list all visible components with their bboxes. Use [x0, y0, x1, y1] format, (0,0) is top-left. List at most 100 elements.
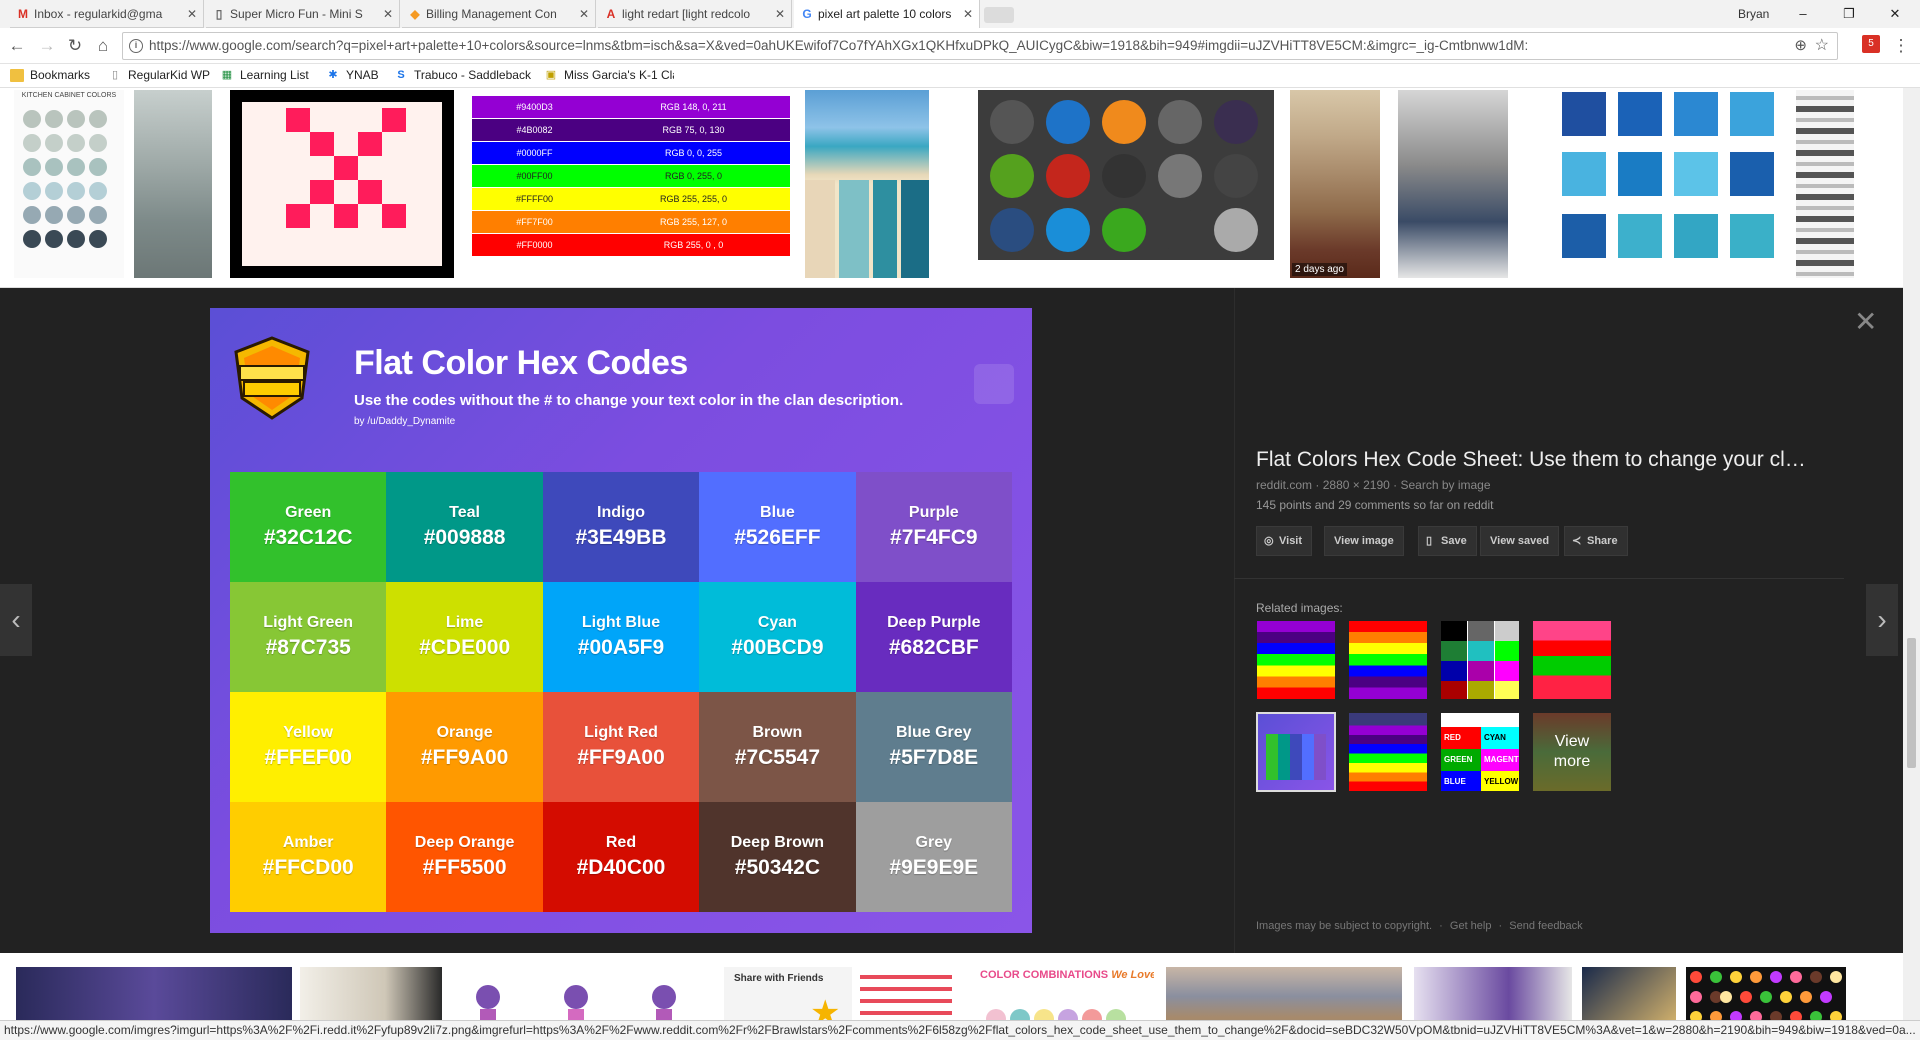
decorative-badge	[974, 364, 1014, 404]
tab-gmail[interactable]: M Inbox - regularkid@gma ✕	[10, 0, 204, 28]
star-icon[interactable]: ☆	[1815, 35, 1829, 55]
thumb-brown-palette[interactable]: 2 days ago	[1290, 90, 1380, 278]
close-tab-icon[interactable]: ✕	[187, 0, 197, 27]
tab-title: pixel art palette 10 colors	[818, 7, 952, 21]
target-icon[interactable]: ⊕	[1794, 36, 1807, 54]
color-name: Red	[605, 834, 637, 851]
related-image-6[interactable]	[1348, 712, 1428, 792]
color-hex: #D40C00	[576, 856, 666, 879]
close-tab-icon[interactable]: ✕	[579, 0, 589, 27]
thumb-gray-scale[interactable]	[1796, 90, 1854, 278]
close-panel-icon[interactable]: ✕	[1854, 308, 1877, 336]
color-cell: Purple #7F4FC9	[855, 472, 1012, 582]
thumb-gray-strips[interactable]	[134, 90, 212, 278]
adobe-icon: A	[606, 7, 616, 21]
related-image-5-selected[interactable]	[1256, 712, 1336, 792]
icon-grid	[990, 100, 1258, 252]
scrollbar-thumb[interactable]	[1907, 638, 1916, 768]
bookmark-miss-garcia[interactable]: ▣ Miss Garcia's K-1 Clas	[544, 68, 674, 82]
thumb-kitchen-cabinet-colors[interactable]: KITCHEN CABINET COLORS	[14, 90, 124, 278]
bookmark-ynab[interactable]: ✱ YNAB	[326, 68, 378, 82]
hex-code: #0000FF	[516, 148, 553, 158]
profile-name[interactable]: Bryan	[1738, 7, 1769, 21]
visit-button[interactable]: ◎ Visit	[1256, 526, 1313, 556]
view-more-button[interactable]: View more	[1532, 712, 1612, 792]
thumb-living-room[interactable]	[1398, 90, 1508, 278]
related-image-1[interactable]	[1256, 620, 1336, 700]
home-icon[interactable]: ⌂	[92, 35, 114, 57]
rgb-row: #4B0082 RGB 75, 0, 130	[472, 119, 790, 141]
back-arrow-icon[interactable]: ←	[6, 35, 28, 57]
minimize-button[interactable]: –	[1780, 0, 1826, 28]
bookmark-folder[interactable]: Bookmarks	[10, 68, 90, 82]
thumb-rgb-hex-table[interactable]: #9400D3 RGB 148, 0, 211 #4B0082 RGB 75, 0, …	[472, 90, 790, 278]
gmail-icon: M	[18, 7, 28, 21]
extension-badge: 5	[1868, 38, 1874, 49]
hex-code: #FF0000	[516, 240, 553, 250]
rgb-row: #FF7F00 RGB 255, 127, 0	[472, 211, 790, 233]
maximize-button[interactable]: ❐	[1826, 0, 1872, 28]
menu-icon[interactable]: ⋮	[1890, 35, 1912, 57]
color-name: Deep Purple	[887, 614, 981, 631]
color-hex: #5F7D8E	[889, 746, 979, 769]
tab-light-red[interactable]: A light redart [light redcolo ✕	[598, 0, 792, 28]
saddleback-icon: S	[397, 69, 405, 81]
thumb-facebook-icons[interactable]	[978, 90, 1274, 260]
page-scrollbar[interactable]	[1903, 88, 1920, 1020]
rgb-value: RGB 255, 255, 0	[659, 194, 728, 204]
tab-google-images[interactable]: G pixel art palette 10 colors ✕	[794, 0, 980, 28]
color-hex: #FF9A00	[420, 746, 509, 769]
color-hex: #CDE000	[419, 636, 511, 659]
thumb-beach-palette[interactable]	[805, 90, 929, 278]
extension-icon[interactable]: 5	[1862, 35, 1880, 53]
next-image-button[interactable]: ›	[1866, 584, 1898, 656]
info-icon[interactable]: i	[129, 39, 143, 53]
tab-super-micro-fun[interactable]: ▯ Super Micro Fun - Mini S ✕	[206, 0, 400, 28]
tab-billing[interactable]: ◆ Billing Management Con ✕	[402, 0, 596, 28]
save-button[interactable]: ▯ Save	[1418, 526, 1477, 556]
address-bar[interactable]: i https://www.google.com/search?q=pixel+…	[122, 32, 1838, 60]
new-tab-button[interactable]	[984, 7, 1014, 23]
flag-icon: ▣	[545, 69, 557, 81]
bookmark-trabuco[interactable]: S Trabuco - Saddleback	[394, 68, 534, 82]
search-by-image-link[interactable]: Search by image	[1400, 478, 1490, 492]
color-grid: Green #32C12C Teal #009888 Indigo #3E49BB Blue…	[230, 472, 1012, 912]
rgb-value: RGB 0, 255, 0	[664, 171, 723, 181]
send-feedback-link[interactable]: Send feedback	[1509, 920, 1582, 932]
close-tab-icon[interactable]: ✕	[963, 0, 973, 28]
related-image-7[interactable]: RED CYAN GREEN MAGENT BLUE YELLOW	[1440, 712, 1520, 792]
related-color-cell: GREEN	[1441, 749, 1481, 771]
color-hex: #00A5F9	[577, 636, 665, 659]
close-tab-icon[interactable]: ✕	[383, 0, 393, 27]
preview-subtitle: Use the codes without the # to change yo…	[354, 392, 904, 409]
result-source: reddit.com · 2880 × 2190 · Search by ima…	[1256, 478, 1491, 492]
tab-title: Super Micro Fun - Mini S	[230, 7, 363, 21]
thumb-pixel-x[interactable]	[230, 90, 454, 278]
bookmark-learning-list[interactable]: ▦ Learning List	[220, 68, 309, 82]
rgb-row: #FF0000 RGB 255, 0 , 0	[472, 234, 790, 256]
color-cell: Deep Brown #50342C	[699, 802, 856, 912]
thumb-blue-paint-chips[interactable]	[1562, 90, 1780, 278]
related-image-2[interactable]	[1348, 620, 1428, 700]
result-title[interactable]: Flat Colors Hex Code Sheet: Use them to …	[1256, 448, 1816, 472]
color-cell: Red #D40C00	[542, 802, 700, 912]
preview-image[interactable]: Flat Color Hex Codes Use the codes witho…	[210, 308, 1032, 933]
view-image-button[interactable]: View image	[1324, 526, 1404, 556]
share-button[interactable]: ≺ Share	[1564, 526, 1628, 556]
previous-image-button[interactable]: ‹	[0, 584, 32, 656]
view-saved-button[interactable]: View saved	[1480, 526, 1560, 556]
color-hex: #00BCD9	[731, 636, 824, 659]
bookmark-regularkid[interactable]: ▯ RegularKid WP	[108, 68, 210, 82]
related-image-4[interactable]	[1532, 620, 1612, 700]
hex-code: #FFFF00	[515, 194, 553, 204]
reload-icon[interactable]: ↻	[64, 35, 86, 57]
forward-arrow-icon[interactable]: →	[36, 35, 58, 57]
close-tab-icon[interactable]: ✕	[775, 0, 785, 27]
url-text[interactable]: https://www.google.com/search?q=pixel+ar…	[149, 33, 1779, 59]
related-image-3[interactable]	[1440, 620, 1520, 700]
result-site[interactable]: reddit.com	[1256, 478, 1312, 492]
close-window-button[interactable]: ✕	[1872, 0, 1918, 28]
get-help-link[interactable]: Get help	[1450, 920, 1492, 932]
color-cell: Amber #FFCD00	[230, 802, 387, 912]
color-hex: #682CBF	[888, 636, 979, 659]
